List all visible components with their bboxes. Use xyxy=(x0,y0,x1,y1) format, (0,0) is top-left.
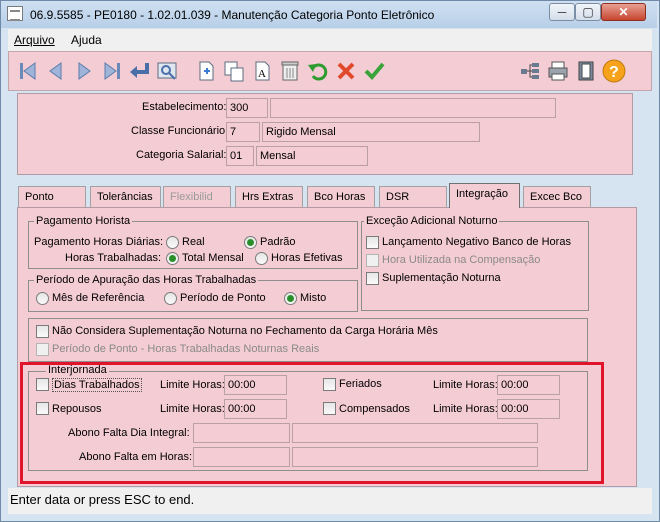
radio-mes-referencia-label: Mês de Referência xyxy=(52,292,145,304)
radio-periodo-ponto[interactable] xyxy=(164,292,177,305)
tab-flexibilid-label: Flexibilid xyxy=(170,191,213,203)
horas-trabalhadas-label: Horas Trabalhadas: xyxy=(65,252,161,264)
categoria-salarial-label: Categoria Salarial: xyxy=(136,149,227,161)
tab-dsr[interactable]: DSR xyxy=(379,186,447,207)
checkbox-suplementacao-noturna-label: Suplementação Noturna xyxy=(382,272,501,284)
zoom-icon[interactable] xyxy=(156,59,180,83)
svg-text:?: ? xyxy=(609,64,619,81)
checkbox-periodo-ponto-reais-label: Período de Ponto - Horas Trabalhadas Not… xyxy=(52,343,320,355)
confirm-icon[interactable] xyxy=(362,59,386,83)
radio-horas-efetivas-label: Horas Efetivas xyxy=(271,252,343,264)
classe-desc-field: Rigido Mensal xyxy=(262,122,480,142)
radio-total-mensal-label: Total Mensal xyxy=(182,252,244,264)
close-button[interactable]: ✕ xyxy=(601,3,646,21)
menu-bar xyxy=(8,29,652,51)
menu-arquivo-label: Arquivo xyxy=(14,33,55,47)
checkbox-hora-utilizada xyxy=(366,254,379,267)
estabelecimento-code-field[interactable]: 300 xyxy=(226,98,268,118)
checkbox-lancamento-negativo-label: Lançamento Negativo Banco de Horas xyxy=(382,236,571,248)
checkbox-suplementacao-noturna[interactable] xyxy=(366,272,379,285)
maximize-button[interactable]: ▢ xyxy=(575,3,601,21)
classe-funcionario-label: Classe Funcionário: xyxy=(131,125,229,137)
exit-icon[interactable] xyxy=(574,59,598,83)
radio-real-label: Real xyxy=(182,236,205,248)
checkbox-lancamento-negativo[interactable] xyxy=(366,236,379,249)
undo-icon[interactable] xyxy=(306,59,330,83)
edit-text-icon[interactable]: A xyxy=(250,59,274,83)
minimize-button[interactable]: ─ xyxy=(549,3,575,21)
radio-padrao[interactable] xyxy=(244,236,257,249)
app-icon xyxy=(7,6,23,21)
tab-ponto-label: Ponto xyxy=(25,191,54,203)
tab-tolerancias[interactable]: Tolerâncias xyxy=(90,186,161,207)
svg-text:A: A xyxy=(258,68,266,80)
last-record-icon[interactable] xyxy=(100,59,124,83)
estabelecimento-label: Estabelecimento: xyxy=(142,101,227,113)
estabelecimento-desc-field xyxy=(270,98,556,118)
cancel-icon[interactable] xyxy=(334,59,358,83)
delete-icon[interactable] xyxy=(278,59,302,83)
radio-total-mensal[interactable] xyxy=(166,252,179,265)
tree-icon[interactable] xyxy=(518,59,542,83)
periodo-group-title: Período de Apuração das Horas Trabalhada… xyxy=(34,274,259,286)
categoria-code-field[interactable]: 01 xyxy=(226,146,254,166)
radio-misto-label: Misto xyxy=(300,292,327,304)
tab-flexibilid: Flexibilid xyxy=(163,186,231,207)
copy-icon[interactable] xyxy=(222,59,246,83)
window-title: 06.9.5585 - PE0180 - 1.02.01.039 - Manut… xyxy=(30,8,435,22)
status-bar: Enter data or press ESC to end. xyxy=(8,488,652,514)
help-icon[interactable]: ? xyxy=(602,59,626,83)
radio-periodo-ponto-label: Período de Ponto xyxy=(180,292,266,304)
tab-excec-bco[interactable]: Excec Bco xyxy=(523,186,591,207)
print-icon[interactable] xyxy=(546,59,570,83)
checkbox-nao-considera[interactable] xyxy=(36,325,49,338)
tab-excec-bco-label: Excec Bco xyxy=(530,191,582,203)
tab-bco-horas-label: Bco Horas xyxy=(314,191,366,203)
new-record-icon[interactable] xyxy=(194,59,218,83)
status-text: Enter data or press ESC to end. xyxy=(10,492,195,507)
radio-mes-referencia[interactable] xyxy=(36,292,49,305)
radio-padrao-label: Padrão xyxy=(260,236,296,248)
previous-record-icon[interactable] xyxy=(44,59,68,83)
tab-ponto[interactable]: Ponto xyxy=(18,186,86,207)
tab-integracao-label: Integração xyxy=(456,188,508,200)
excecao-group-title: Exceção Adicional Noturno xyxy=(364,215,500,227)
highlight-box xyxy=(20,362,604,484)
tab-integracao[interactable]: Integração xyxy=(449,183,520,208)
radio-real[interactable] xyxy=(166,236,179,249)
categoria-desc-field: Mensal xyxy=(256,146,368,166)
tab-hrs-extras-label: Hrs Extras xyxy=(242,191,294,203)
menu-arquivo[interactable]: Arquivo xyxy=(14,33,55,47)
radio-misto[interactable] xyxy=(284,292,297,305)
next-record-icon[interactable] xyxy=(72,59,96,83)
tab-dsr-label: DSR xyxy=(386,191,410,203)
menu-ajuda-label: Ajuda xyxy=(71,33,102,47)
radio-horas-efetivas[interactable] xyxy=(255,252,268,265)
checkbox-periodo-ponto-reais xyxy=(36,343,49,356)
pagamento-group-title: Pagamento Horista xyxy=(34,215,133,227)
pagamento-diarias-label: Pagamento Horas Diárias: xyxy=(34,236,164,248)
tab-bco-horas[interactable]: Bco Horas xyxy=(307,186,375,207)
return-icon[interactable] xyxy=(128,59,152,83)
excecao-group xyxy=(361,221,589,311)
first-record-icon[interactable] xyxy=(16,59,40,83)
tab-tolerancias-label: Tolerâncias xyxy=(97,191,153,203)
checkbox-hora-utilizada-label: Hora Utilizada na Compensação xyxy=(382,254,541,266)
tab-hrs-extras[interactable]: Hrs Extras xyxy=(235,186,303,207)
checkbox-nao-considera-label: Não Considera Suplementação Noturna no F… xyxy=(52,325,438,337)
menu-ajuda[interactable]: Ajuda xyxy=(71,33,102,47)
classe-code-field[interactable]: 7 xyxy=(226,122,260,142)
